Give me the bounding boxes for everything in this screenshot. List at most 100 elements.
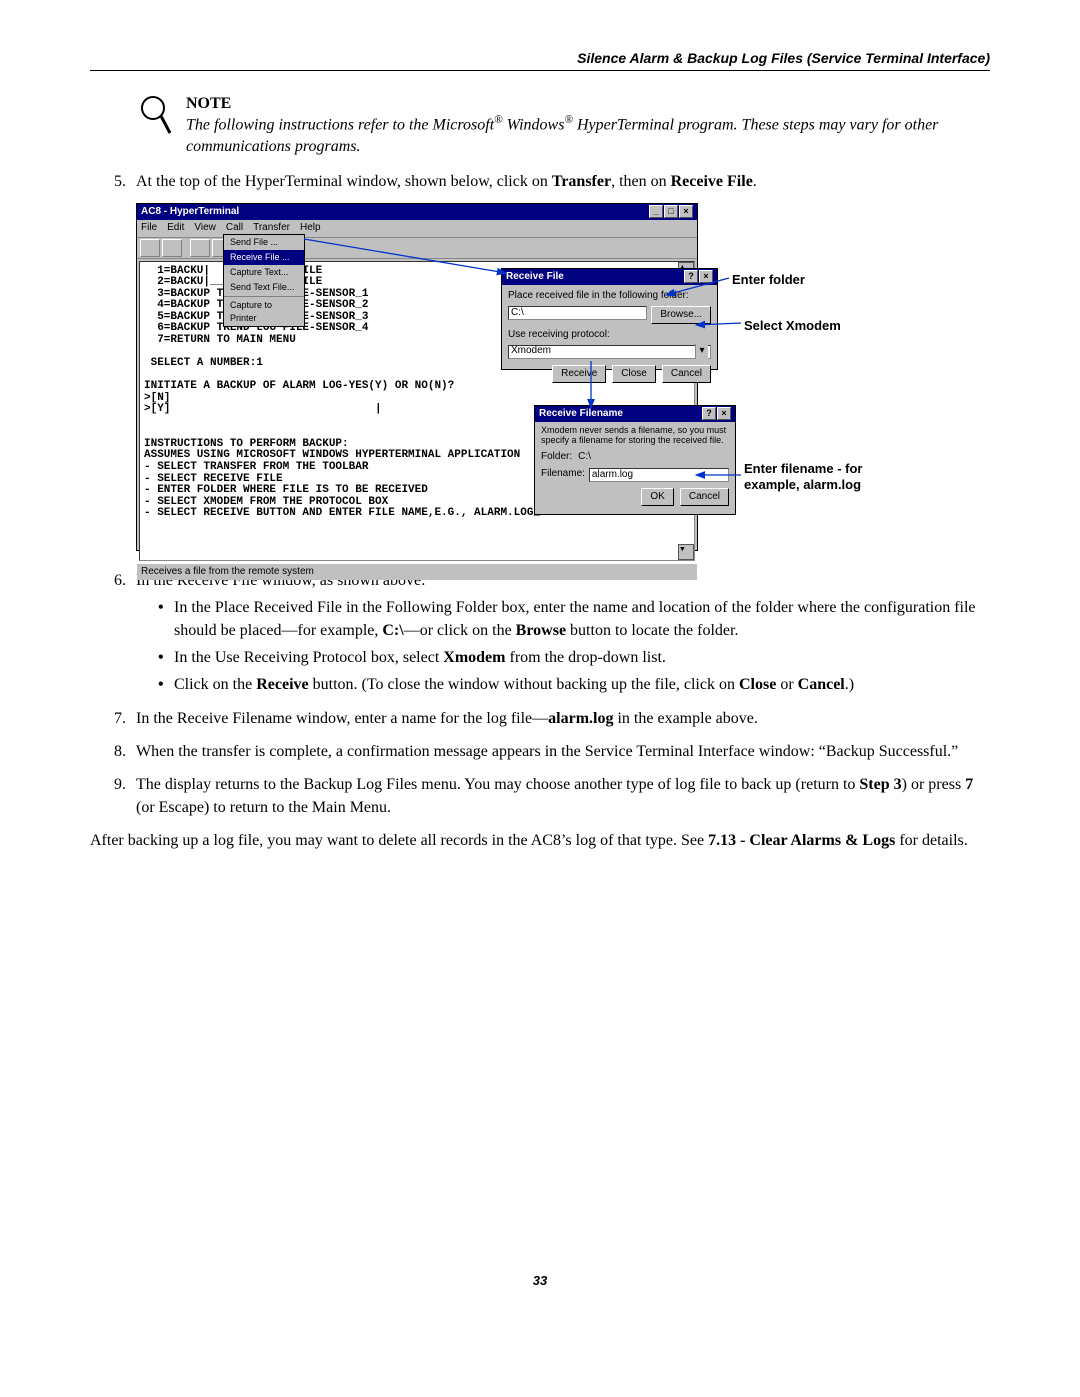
t: C:\ bbox=[382, 622, 403, 639]
receive-file-dialog: Receive File ? × Place received file in … bbox=[501, 268, 718, 370]
callout-enter-folder: Enter folder bbox=[732, 271, 805, 290]
t: button to locate the folder. bbox=[566, 622, 738, 639]
menu-item-send-file[interactable]: Send File ... bbox=[224, 235, 304, 250]
header-rule bbox=[90, 70, 990, 71]
t: button. (To close the window without bac… bbox=[309, 676, 739, 693]
scroll-down-icon[interactable]: ▾ bbox=[678, 544, 694, 560]
close-icon[interactable]: × bbox=[699, 270, 713, 283]
ht-toolbar bbox=[137, 238, 697, 259]
browse-button[interactable]: Browse... bbox=[651, 306, 711, 325]
t: from the drop-down list. bbox=[505, 649, 665, 666]
t: in the example above. bbox=[613, 710, 757, 727]
hyperterminal-figure: AC8 - HyperTerminal _ □ × File Edit View… bbox=[136, 203, 990, 553]
cancel-button[interactable]: Cancel bbox=[680, 488, 729, 507]
t: alarm.log bbox=[548, 710, 613, 727]
rf-title: Receive File bbox=[506, 270, 564, 285]
menu-edit[interactable]: Edit bbox=[167, 221, 184, 236]
receive-button[interactable]: Receive bbox=[552, 365, 606, 384]
note-body: The following instructions refer to the … bbox=[186, 113, 990, 158]
terminal-text: 1=BACKU| |ILE 2=BACKU|_____________|ILE … bbox=[144, 265, 540, 519]
help-icon[interactable]: ? bbox=[684, 270, 698, 283]
t: Close bbox=[739, 676, 776, 693]
t: 7 bbox=[965, 776, 973, 793]
toolbar-btn-1[interactable] bbox=[140, 239, 160, 257]
t: 7.13 - Clear Alarms & Logs bbox=[708, 832, 895, 849]
t: for details. bbox=[895, 832, 967, 849]
t: In the Use Receiving Protocol box, selec… bbox=[174, 649, 443, 666]
magnifier-icon bbox=[140, 95, 172, 137]
rf-protocol-label: Use receiving protocol: bbox=[508, 328, 711, 343]
t: After backing up a log file, you may wan… bbox=[90, 832, 708, 849]
page-header: Silence Alarm & Backup Log Files (Servic… bbox=[90, 50, 990, 70]
close-icon[interactable]: × bbox=[679, 205, 693, 218]
menu-item-capture-printer[interactable]: Capture to Printer bbox=[224, 298, 304, 326]
step5-receive-file: Receive File bbox=[671, 173, 753, 190]
toolbar-btn-2[interactable] bbox=[162, 239, 182, 257]
step6-bullet-3: Click on the Receive button. (To close t… bbox=[174, 673, 990, 696]
step5-text3: . bbox=[753, 173, 757, 190]
ht-statusbar: Receives a file from the remote system bbox=[137, 563, 697, 581]
step6-bullet-2: In the Use Receiving Protocol box, selec… bbox=[174, 646, 990, 669]
t: .) bbox=[845, 676, 854, 693]
t: The display returns to the Backup Log Fi… bbox=[136, 776, 859, 793]
fn-filename-input[interactable] bbox=[589, 468, 729, 482]
step-6: In the Receive File window, as shown abo… bbox=[130, 569, 990, 697]
minimize-icon[interactable]: _ bbox=[649, 205, 663, 218]
page-number: 33 bbox=[90, 1273, 990, 1288]
t: Browse bbox=[516, 622, 566, 639]
steps-list: At the top of the HyperTerminal window, … bbox=[90, 170, 990, 820]
callout-enter-filename: Enter filename - for example, alarm.log bbox=[744, 461, 874, 494]
step6-bullet-1: In the Place Received File in the Follow… bbox=[174, 596, 990, 642]
receive-filename-dialog: Receive Filename ? × Xmodem never sends … bbox=[534, 405, 736, 515]
step-9: The display returns to the Backup Log Fi… bbox=[130, 773, 990, 819]
step5-transfer: Transfer bbox=[552, 173, 611, 190]
step-7: In the Receive Filename window, enter a … bbox=[130, 707, 990, 730]
fn-filename-label: Filename: bbox=[541, 467, 585, 482]
rf-titlebar: Receive File ? × bbox=[502, 269, 717, 286]
menu-item-capture-text[interactable]: Capture Text... bbox=[224, 265, 304, 280]
t: Step 3 bbox=[859, 776, 901, 793]
t: Receive bbox=[256, 676, 308, 693]
t: (or Escape) to return to the Main Menu. bbox=[136, 799, 391, 816]
toolbar-btn-3[interactable] bbox=[190, 239, 210, 257]
step5-text2: , then on bbox=[611, 173, 671, 190]
t: Click on the bbox=[174, 676, 256, 693]
fn-folder-value: C:\ bbox=[578, 450, 591, 465]
menu-view[interactable]: View bbox=[194, 221, 216, 236]
note-title: NOTE bbox=[186, 95, 990, 113]
transfer-dropdown: Send File ... Receive File ... Capture T… bbox=[223, 234, 305, 327]
menu-item-receive-file[interactable]: Receive File ... bbox=[224, 250, 304, 265]
close-button[interactable]: Close bbox=[612, 365, 656, 384]
step5-text: At the top of the HyperTerminal window, … bbox=[136, 173, 552, 190]
t: Xmodem bbox=[443, 649, 505, 666]
cancel-button[interactable]: Cancel bbox=[662, 365, 711, 384]
ok-button[interactable]: OK bbox=[641, 488, 673, 507]
note-block: NOTE The following instructions refer to… bbox=[140, 95, 990, 158]
t: —or click on the bbox=[404, 622, 516, 639]
t: or bbox=[776, 676, 797, 693]
after-paragraph: After backing up a log file, you may wan… bbox=[90, 829, 990, 852]
note-text-2: Windows bbox=[503, 116, 565, 133]
step-5: At the top of the HyperTerminal window, … bbox=[130, 170, 990, 553]
step6-bullets: In the Place Received File in the Follow… bbox=[136, 596, 990, 697]
t: ) or press bbox=[902, 776, 966, 793]
rf-protocol-combo[interactable]: Xmodem ▾ bbox=[508, 345, 711, 359]
menu-item-send-text-file[interactable]: Send Text File... bbox=[224, 280, 304, 295]
maximize-icon[interactable]: □ bbox=[664, 205, 678, 218]
fn-hint: Xmodem never sends a filename, so you mu… bbox=[541, 426, 729, 446]
t: In the Receive Filename window, enter a … bbox=[136, 710, 548, 727]
help-icon[interactable]: ? bbox=[702, 407, 716, 420]
callout-select-xmodem: Select Xmodem bbox=[744, 317, 841, 336]
ht-titlebar: AC8 - HyperTerminal _ □ × bbox=[137, 204, 697, 221]
step-8: When the transfer is complete, a confirm… bbox=[130, 740, 990, 763]
fn-titlebar: Receive Filename ? × bbox=[535, 406, 735, 423]
rf-folder-input[interactable] bbox=[508, 306, 647, 320]
close-icon[interactable]: × bbox=[717, 407, 731, 420]
fn-title: Receive Filename bbox=[539, 407, 623, 422]
ht-title-text: AC8 - HyperTerminal bbox=[141, 205, 239, 220]
rf-folder-label: Place received file in the following fol… bbox=[508, 289, 711, 304]
menu-file[interactable]: File bbox=[141, 221, 157, 236]
note-text-1: The following instructions refer to the … bbox=[186, 116, 494, 133]
ht-menubar: File Edit View Call Transfer Help Send F… bbox=[137, 220, 697, 238]
rf-protocol-value: Xmodem bbox=[511, 344, 551, 359]
